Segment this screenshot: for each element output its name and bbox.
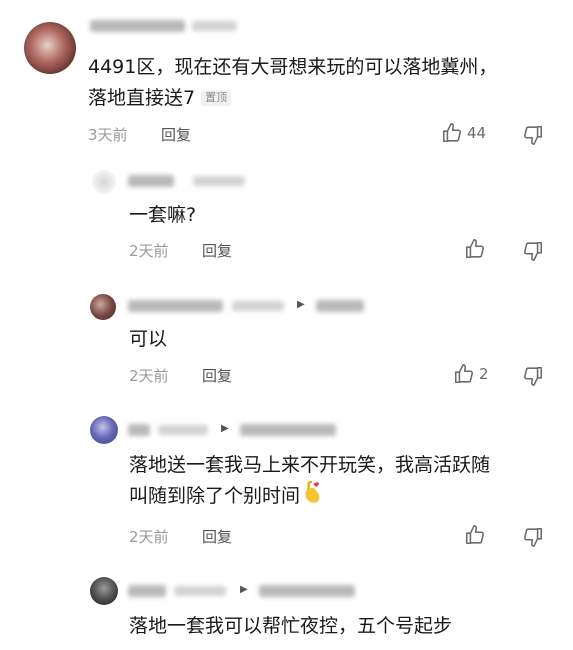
avatar[interactable] — [92, 170, 116, 194]
like-button[interactable]: 2 — [453, 363, 489, 385]
thumbs-up-icon — [464, 238, 486, 260]
pinned-badge: 置顶 — [201, 90, 232, 106]
comment-text-line-2: 叫随到除了个别时间 — [129, 481, 549, 512]
username-blurred[interactable] — [128, 300, 223, 312]
thumbs-up-icon — [453, 363, 475, 385]
comment-text[interactable]: 落地送一套我马上来不开玩笑，我高活跃随 叫随到除了个别时间 — [129, 450, 549, 512]
username-blurred[interactable] — [128, 585, 166, 597]
dislike-button[interactable] — [522, 240, 544, 262]
comment-4: ▶ 落地送一套我马上来不开玩笑，我高活跃随 叫随到除了个别时间 2天前 回复 — [0, 400, 573, 565]
comment-time: 3天前 — [88, 126, 128, 144]
like-count: 2 — [479, 365, 489, 383]
comment-text[interactable]: 一套嘛? — [129, 200, 196, 231]
dislike-button[interactable] — [522, 365, 544, 387]
reply-button[interactable]: 回复 — [202, 526, 232, 547]
comment-text-line-1: 落地送一套我马上来不开玩笑，我高活跃随 — [129, 454, 491, 476]
reply-to-arrow-icon: ▶ — [221, 423, 229, 434]
comment-time: 2天前 — [129, 242, 169, 260]
avatar[interactable] — [90, 577, 118, 605]
reply-button[interactable]: 回复 — [202, 365, 232, 386]
reply-to-username-blurred[interactable] — [259, 585, 355, 597]
user-tag-blurred — [192, 21, 237, 31]
user-tag-blurred — [158, 425, 208, 435]
username-blurred[interactable] — [128, 424, 150, 436]
reply-to-arrow-icon: ▶ — [297, 299, 305, 310]
reply-to-username-blurred[interactable] — [316, 300, 364, 312]
avatar[interactable] — [24, 22, 76, 74]
comment-5: ▶ 落地一套我可以帮忙夜控，五个号起步 — [0, 565, 573, 650]
reply-button[interactable]: 回复 — [202, 240, 232, 261]
thumbs-up-icon — [464, 524, 486, 546]
finger-heart-emoji — [303, 481, 323, 505]
reply-to-username-blurred[interactable] — [240, 424, 336, 436]
user-tag-blurred — [174, 586, 226, 596]
comment-2: 一套嘛? 2天前 回复 — [0, 160, 573, 280]
comment-time: 2天前 — [129, 528, 169, 546]
username-blurred[interactable] — [90, 20, 185, 32]
like-button[interactable] — [464, 238, 486, 260]
thumbs-down-icon — [522, 124, 544, 146]
like-button[interactable]: 44 — [441, 122, 486, 144]
comment-text[interactable]: 4491区，现在还有大哥想来玩的可以落地冀州， 落地直接送7 置顶 — [88, 52, 558, 114]
comment-text-line-2-content: 落地直接送7 — [88, 87, 196, 109]
dislike-button[interactable] — [522, 526, 544, 548]
comment-1: 4491区，现在还有大哥想来玩的可以落地冀州， 落地直接送7 置顶 3天前 回复 … — [0, 0, 573, 160]
comment-time: 2天前 — [129, 367, 169, 385]
thumbs-up-icon — [441, 122, 463, 144]
comment-text[interactable]: 可以 — [129, 324, 167, 355]
user-tag-blurred — [232, 301, 284, 311]
comment-text[interactable]: 落地一套我可以帮忙夜控，五个号起步 — [129, 611, 452, 642]
comment-text-line-2-content: 叫随到除了个别时间 — [129, 485, 301, 507]
comment-3: ▶ 可以 2天前 回复 2 — [0, 280, 573, 400]
avatar[interactable] — [90, 416, 118, 444]
dislike-button[interactable] — [522, 124, 544, 146]
reply-button[interactable]: 回复 — [161, 124, 191, 145]
thumbs-down-icon — [522, 365, 544, 387]
comment-text-line-2: 落地直接送7 置顶 — [88, 83, 558, 114]
comment-text-line-1: 4491区，现在还有大哥想来玩的可以落地冀州， — [88, 56, 498, 78]
thumbs-down-icon — [522, 526, 544, 548]
like-button[interactable] — [464, 524, 486, 546]
thumbs-down-icon — [522, 240, 544, 262]
like-count: 44 — [467, 124, 487, 142]
user-tag-blurred — [193, 176, 245, 186]
reply-to-arrow-icon: ▶ — [240, 584, 248, 595]
username-blurred[interactable] — [128, 175, 174, 187]
avatar[interactable] — [90, 294, 116, 320]
